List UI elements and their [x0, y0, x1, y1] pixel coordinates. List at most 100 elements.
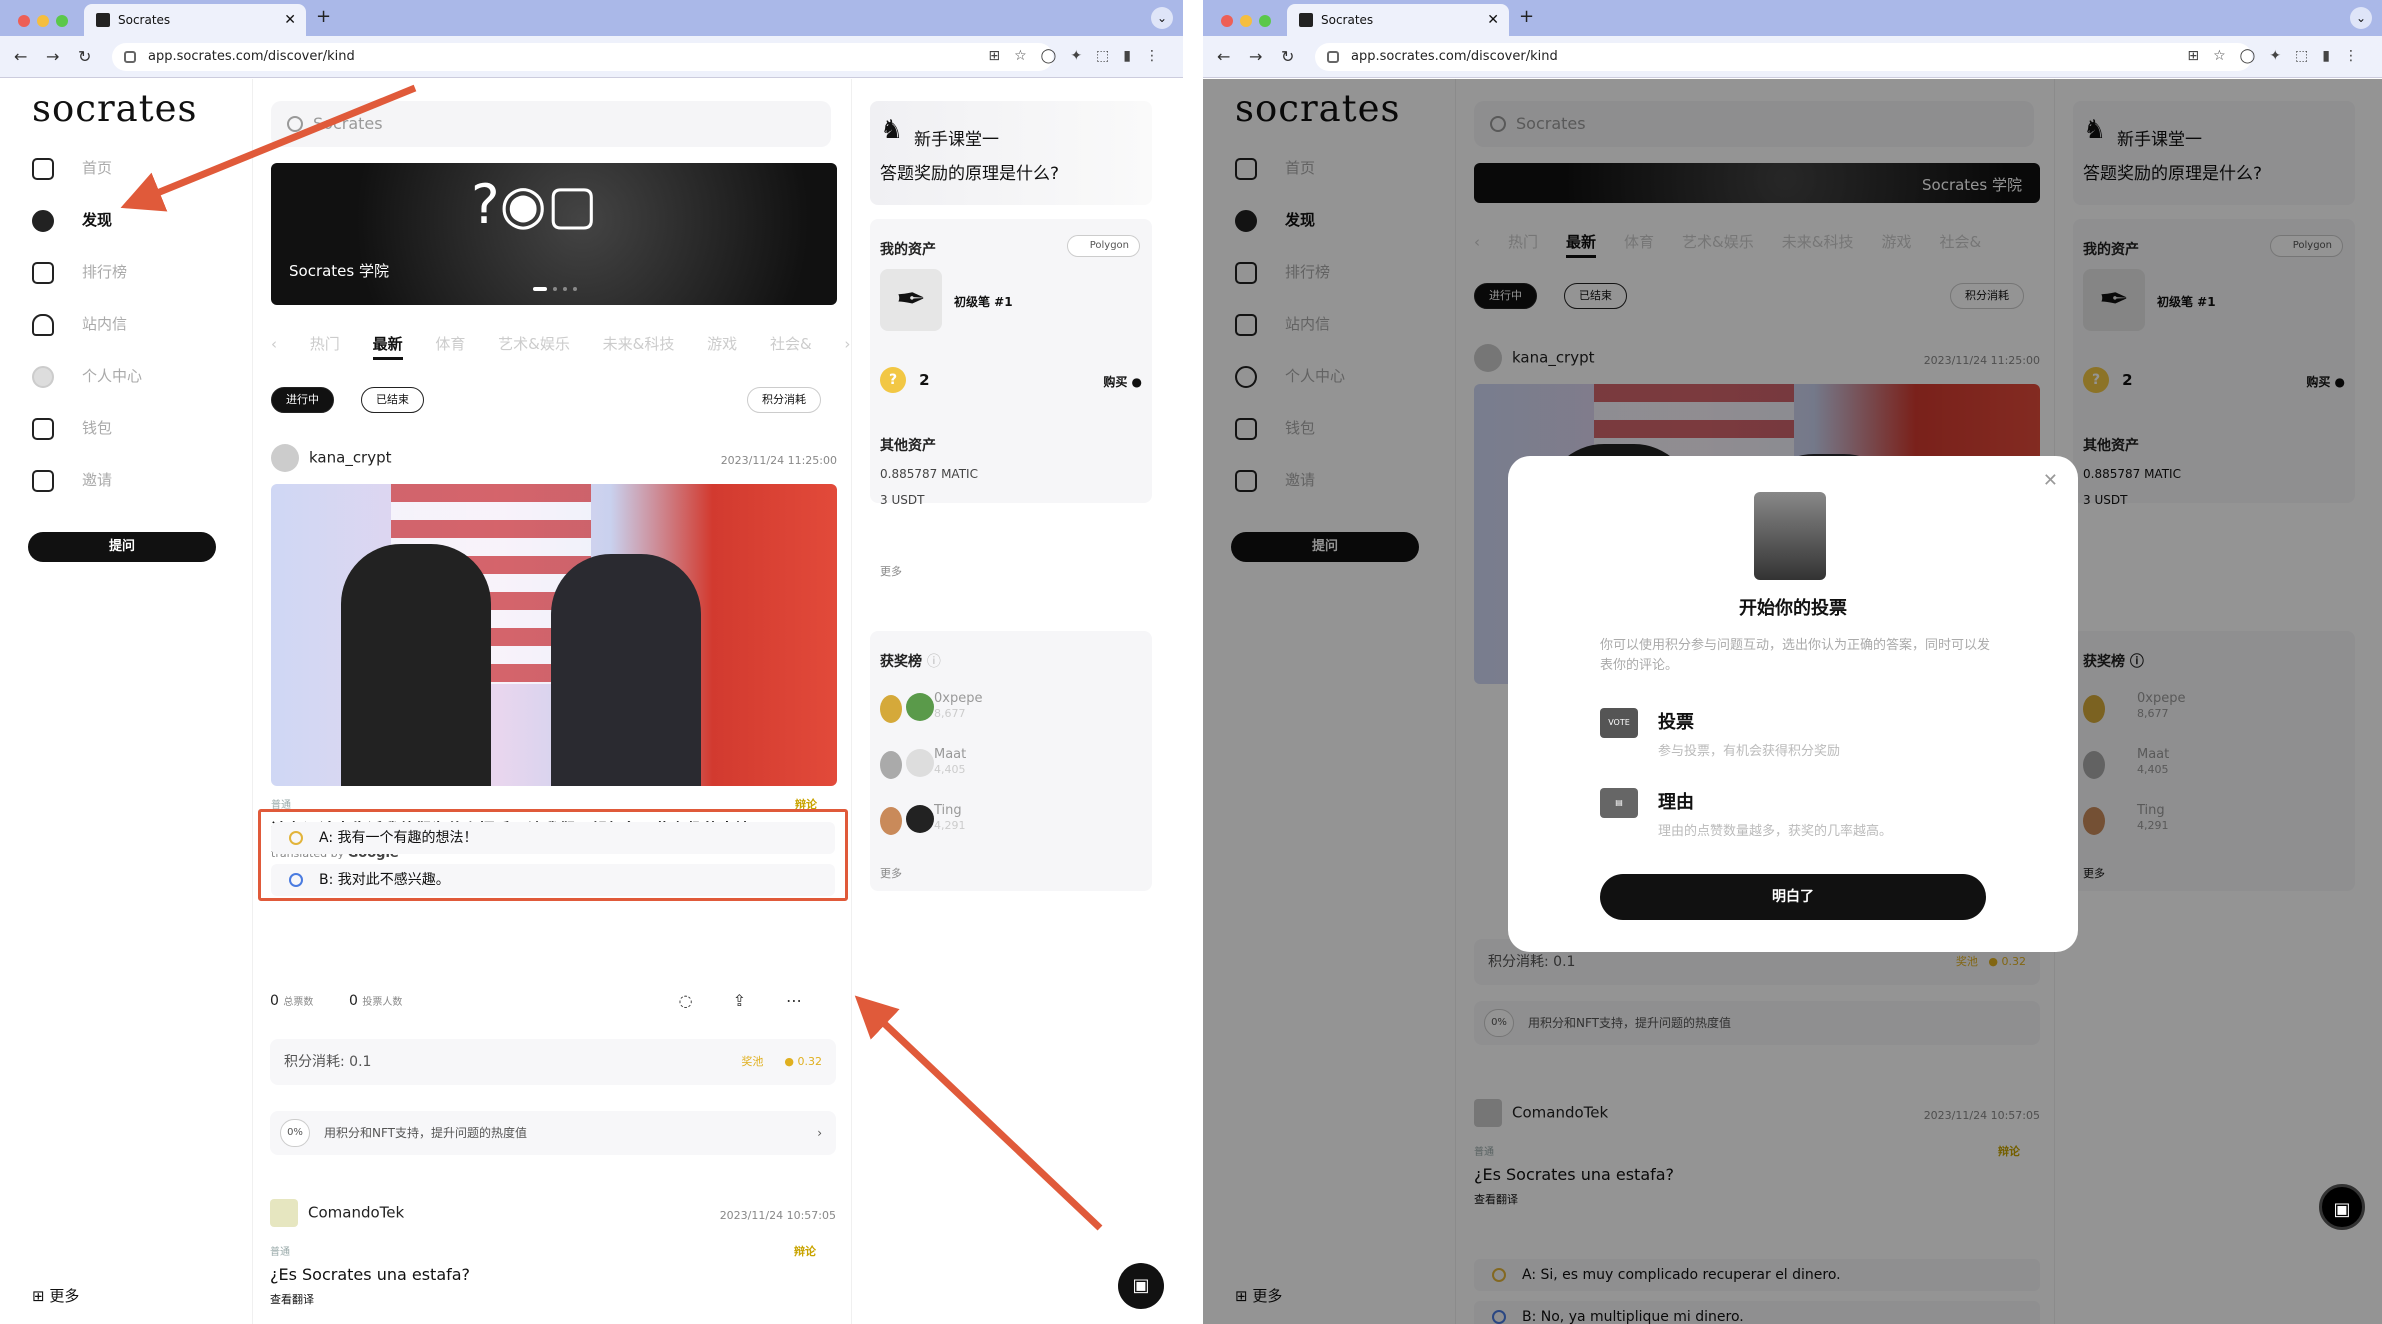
vote-options: A: 我有一个有趣的想法！ B: 我对此不感兴趣。 — [258, 809, 848, 901]
sidebar-item-invite[interactable]: 邀请 — [32, 466, 112, 494]
reload-icon[interactable]: ↻ — [78, 47, 91, 66]
sidebar-item-discover[interactable]: 发现 — [32, 206, 112, 234]
ask-button[interactable]: 提问 — [28, 532, 216, 562]
close-icon[interactable]: ✕ — [2043, 470, 2058, 491]
banner-title: Socrates 学院 — [289, 262, 389, 280]
sidebar-item-label: 首页 — [82, 159, 113, 177]
invite-icon — [32, 469, 54, 492]
matic-balance: 0.885787 MATIC — [880, 467, 978, 481]
leaderboard-more-link[interactable]: 更多 — [880, 865, 902, 881]
chevron-right-icon[interactable]: › — [844, 335, 850, 353]
tab-society[interactable]: 社会& — [770, 335, 812, 353]
modal-description: 你可以使用积分参与问题互动，选出你认为正确的答案，同时可以发表你的评论。 — [1600, 638, 1991, 673]
more-menu[interactable]: ⊞ 更多 — [32, 1285, 79, 1306]
tab-arts[interactable]: 艺术&娱乐 — [498, 335, 570, 353]
search-input[interactable]: Socrates — [271, 101, 831, 147]
browser-tab[interactable]: Socrates ✕ — [84, 4, 306, 36]
new-tab-icon[interactable]: + — [1519, 6, 1534, 27]
sidebar-item-inbox[interactable]: 站内信 — [32, 310, 127, 338]
address-bar-row: ← → ↻ app.socrates.com/discover/kind ⊞☆◯… — [0, 36, 1183, 78]
url-field[interactable]: app.socrates.com/discover/kind — [112, 43, 1053, 71]
vote-icon: VOTE — [1600, 708, 1638, 738]
carousel-dots[interactable] — [533, 276, 583, 295]
logo[interactable]: socrates — [32, 87, 198, 130]
sidebar-item-wallet[interactable]: 钱包 — [32, 414, 112, 442]
post-image[interactable] — [271, 484, 837, 786]
window-controls[interactable] — [18, 12, 75, 31]
option-b[interactable]: B: 我对此不感兴趣。 — [271, 864, 835, 896]
sidebar-item-leaderboard[interactable]: 排行榜 — [32, 258, 127, 286]
chevron-down-icon[interactable]: ⌄ — [2350, 7, 2372, 29]
avatar — [906, 805, 934, 833]
close-tab-icon[interactable]: ✕ — [284, 4, 296, 36]
pen-nft-icon[interactable]: ✒ — [880, 269, 942, 331]
tab-games[interactable]: 游戏 — [707, 335, 737, 353]
url-text: app.socrates.com/discover/kind — [148, 49, 355, 64]
search-icon — [287, 116, 303, 132]
back-icon[interactable]: ← — [14, 47, 27, 66]
avatar — [906, 749, 934, 777]
url-field[interactable]: app.socrates.com/discover/kind — [1315, 43, 2252, 71]
nft-name: 初级笔 #1 — [954, 295, 1013, 309]
radio-icon — [289, 873, 303, 887]
chat-icon[interactable]: ▣ — [1118, 1263, 1164, 1309]
search-placeholder: Socrates — [313, 114, 383, 133]
sidebar-item-label: 个人中心 — [82, 367, 143, 385]
new-tab-icon[interactable]: + — [316, 6, 331, 27]
leaderboard-card: 获奖榜 ⓘ 0xpepe 8,677 Maat 4,405 Ting 4,291 更多 — [870, 631, 1152, 891]
assets-more-link[interactable]: 更多 — [880, 563, 902, 579]
browser-window-left: Socrates ✕ + ⌄ ← → ↻ app.socrates.com/dis… — [0, 0, 1183, 1324]
radio-icon — [289, 831, 303, 845]
sidebar-item-label: 排行榜 — [82, 263, 128, 281]
reason-title: 理由 — [1658, 792, 1694, 813]
back-icon[interactable]: ← — [1217, 47, 1230, 66]
filter-ongoing[interactable]: 进行中 — [271, 387, 334, 413]
forward-icon[interactable]: → — [46, 47, 59, 66]
chevron-left-icon[interactable]: ‹ — [271, 335, 277, 353]
tab-hot[interactable]: 热门 — [310, 335, 340, 353]
wallet-icon — [32, 417, 54, 440]
avatar — [271, 444, 299, 472]
home-icon — [32, 157, 54, 180]
filter-ended[interactable]: 已结束 — [361, 387, 424, 413]
url-text: app.socrates.com/discover/kind — [1351, 49, 1558, 64]
sort-select[interactable]: 积分消耗 — [747, 387, 821, 413]
chevron-down-icon[interactable]: ⌄ — [1151, 7, 1173, 29]
sidebar-item-label: 站内信 — [82, 315, 128, 333]
toolbar-icons[interactable]: ⊞☆◯✦⬚▮⋮ — [2187, 48, 2372, 64]
sidebar-item-profile[interactable]: 个人中心 — [32, 362, 142, 390]
banner[interactable]: ?◉▢ Socrates 学院 — [271, 163, 837, 305]
forward-icon[interactable]: → — [1249, 47, 1262, 66]
site-info-icon[interactable] — [124, 51, 136, 63]
category-tabs: ‹ 热门 最新 体育 艺术&娱乐 未来&科技 游戏 社会& › — [271, 333, 850, 360]
window-controls[interactable] — [1221, 12, 1278, 31]
banner-art-icon: ?◉▢ — [471, 173, 598, 236]
buy-button[interactable]: 购买 ● — [1103, 373, 1142, 390]
tab-tech[interactable]: 未来&科技 — [603, 335, 675, 353]
leader-name: 0xpepe — [934, 691, 983, 706]
tab-title: Socrates — [1321, 13, 1374, 27]
vote-intro-modal: ✕ 开始你的投票 你可以使用积分参与问题互动，选出你认为正确的答案，同时可以发表… — [1508, 456, 2078, 952]
vote-description: 参与投票，有机会获得积分奖励 — [1658, 744, 1841, 759]
course-card[interactable]: ♞ 新手课堂一 答题奖励的原理是什么? — [870, 101, 1152, 205]
ballot-box-icon — [1754, 492, 1826, 580]
tab-title: Socrates — [118, 13, 171, 27]
option-a[interactable]: A: 我有一个有趣的想法！ — [271, 822, 835, 854]
chat-icon[interactable]: ▣ — [2319, 1184, 2365, 1230]
coin-row: ? 2 — [880, 367, 930, 393]
sidebar-item-home[interactable]: 首页 — [32, 154, 112, 182]
got-it-button[interactable]: 明白了 — [1600, 874, 1986, 920]
reload-icon[interactable]: ↻ — [1281, 47, 1294, 66]
toolbar-icons[interactable]: ⊞☆◯✦⬚▮⋮ — [988, 48, 1173, 64]
network-badge[interactable]: Polygon — [1066, 235, 1140, 257]
chart-icon — [32, 261, 54, 284]
gold-medal-icon — [880, 695, 902, 723]
option-label: A: 我有一个有趣的想法！ — [319, 830, 478, 846]
favicon-icon — [96, 13, 110, 27]
leader-name: Ting — [934, 803, 962, 818]
tab-latest[interactable]: 最新 — [372, 335, 403, 360]
post-date: 2023/11/24 11:25:00 — [720, 454, 837, 467]
horse-icon: ♞ — [880, 115, 904, 145]
tab-sports[interactable]: 体育 — [435, 335, 465, 353]
browser-tab[interactable]: Socrates ✕ — [1287, 4, 1509, 36]
